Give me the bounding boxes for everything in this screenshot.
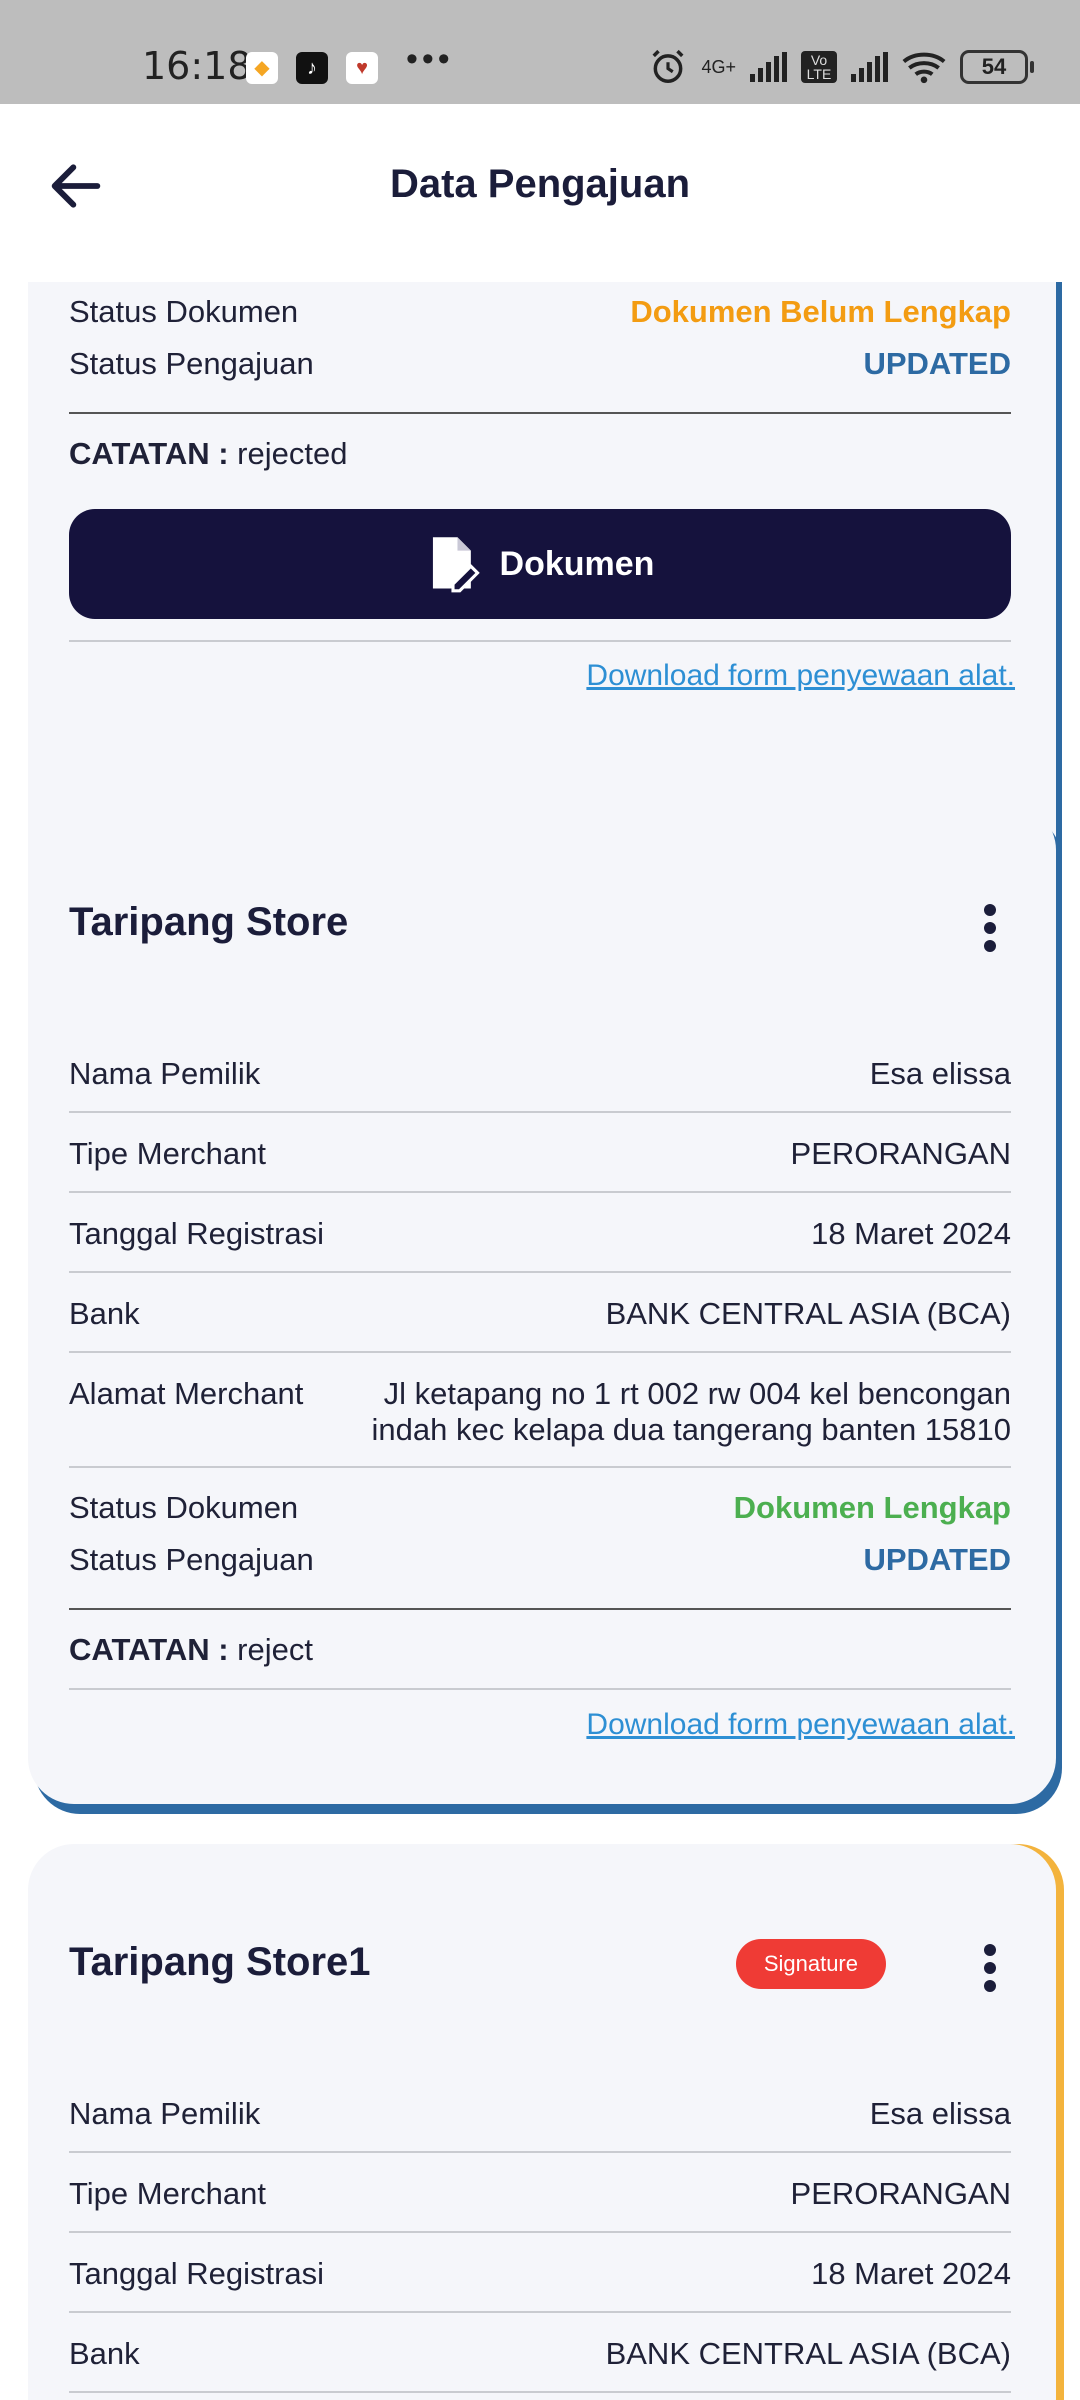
alamat-merchant-value: Jl ketapang no 1 rt 002 rw 004 kel benco…: [372, 1376, 1011, 1448]
submission-list[interactable]: Status Dokumen Dokumen Belum Lengkap Sta…: [0, 282, 1080, 2400]
document-edit-icon: [432, 537, 480, 593]
page-title: Data Pengajuan: [389, 162, 691, 206]
status-dokumen-label: Status Dokumen: [69, 1490, 299, 1525]
nama-pemilik-label: Nama Pemilik: [69, 1056, 261, 1091]
catatan-value: rejected: [237, 436, 348, 471]
status-dokumen-value: Dokumen Lengkap: [733, 1490, 1011, 1525]
dokumen-button-label: Dokumen: [499, 544, 655, 583]
divider: [69, 2311, 1011, 2313]
tanggal-registrasi-label: Tanggal Registrasi: [69, 2256, 325, 2291]
status-dokumen-value: Dokumen Belum Lengkap: [630, 294, 1011, 329]
merchant-name: Taripang Store1: [69, 1940, 371, 1984]
battery-icon: 54: [960, 50, 1034, 84]
network-type-label: 4G+: [701, 56, 736, 77]
more-options-icon[interactable]: [980, 900, 1000, 956]
divider: [69, 1608, 1011, 1610]
divider: [69, 1466, 1011, 1468]
catatan-label: CATATAN :: [69, 1632, 229, 1667]
divider: [69, 1351, 1011, 1353]
signature-badge: Signature: [735, 1939, 886, 1989]
volte-label: Vo LTE: [801, 51, 837, 83]
heart-app-icon: ♥: [346, 52, 378, 84]
nama-pemilik-label: Nama Pemilik: [69, 2096, 261, 2131]
status-pengajuan-label: Status Pengajuan: [69, 1542, 314, 1577]
nama-pemilik-value: Esa elissa: [869, 1056, 1011, 1091]
divider: [69, 1271, 1011, 1273]
submission-card: Taripang Store Nama Pemilik Esa elissa T…: [28, 804, 1056, 1804]
nama-pemilik-value: Esa elissa: [869, 2096, 1011, 2131]
status-pengajuan-value: UPDATED: [863, 1542, 1011, 1577]
tanggal-registrasi-value: 18 Maret 2024: [811, 1216, 1011, 1251]
status-dokumen-label: Status Dokumen: [69, 294, 299, 329]
wifi-icon: [902, 52, 946, 84]
divider: [69, 1191, 1011, 1193]
tipe-merchant-label: Tipe Merchant: [69, 1136, 266, 1171]
bank-label: Bank: [69, 1296, 140, 1331]
catatan-value: reject: [237, 1632, 313, 1667]
divider: [69, 640, 1011, 642]
tanggal-registrasi-label: Tanggal Registrasi: [69, 1216, 325, 1251]
more-notifications-icon: •••: [406, 40, 454, 78]
submission-card: Taripang Store1 Signature Nama Pemilik E…: [28, 1844, 1056, 2400]
merchant-name: Taripang Store: [69, 900, 349, 944]
tipe-merchant-value: PERORANGAN: [790, 2176, 1011, 2211]
alamat-line-1: Jl ketapang no 1 rt 002 rw 004 kel benco…: [383, 1376, 1011, 1411]
status-time: 16:18: [142, 44, 252, 88]
signal-icon-2: [851, 52, 888, 82]
download-form-link[interactable]: Download form penyewaan alat.: [586, 1708, 1015, 1742]
alamat-line-2: indah kec kelapa dua tangerang banten 15…: [371, 1412, 1011, 1447]
divider: [69, 1111, 1011, 1113]
divider: [69, 2151, 1011, 2153]
bank-label: Bank: [69, 2336, 140, 2371]
status-right-group: 4G+ Vo LTE 54: [649, 48, 1034, 86]
divider: [69, 2391, 1011, 2393]
status-pengajuan-value: UPDATED: [863, 346, 1011, 381]
catatan-label: CATATAN :: [69, 436, 229, 471]
more-options-icon[interactable]: [980, 1940, 1000, 1996]
tiktok-app-icon: ♪: [296, 52, 328, 84]
bank-value: BANK CENTRAL ASIA (BCA): [605, 2336, 1011, 2371]
status-pengajuan-label: Status Pengajuan: [69, 346, 314, 381]
signal-icon: [750, 52, 787, 82]
status-bar: 16:18 ◆ ♪ ♥ ••• 4G+ Vo LTE 54: [0, 0, 1080, 104]
shield-app-icon: ◆: [246, 52, 278, 84]
tipe-merchant-value: PERORANGAN: [790, 1136, 1011, 1171]
divider: [69, 412, 1011, 414]
alarm-icon: [652, 49, 684, 83]
alamat-merchant-label: Alamat Merchant: [69, 1376, 304, 1411]
tanggal-registrasi-value: 18 Maret 2024: [811, 2256, 1011, 2291]
download-form-link[interactable]: Download form penyewaan alat.: [586, 659, 1015, 693]
dokumen-button[interactable]: Dokumen: [69, 509, 1011, 619]
bank-value: BANK CENTRAL ASIA (BCA): [605, 1296, 1011, 1331]
divider: [69, 2231, 1011, 2233]
divider: [69, 1688, 1011, 1690]
tipe-merchant-label: Tipe Merchant: [69, 2176, 266, 2211]
app-bar: Data Pengajuan: [0, 104, 1080, 282]
